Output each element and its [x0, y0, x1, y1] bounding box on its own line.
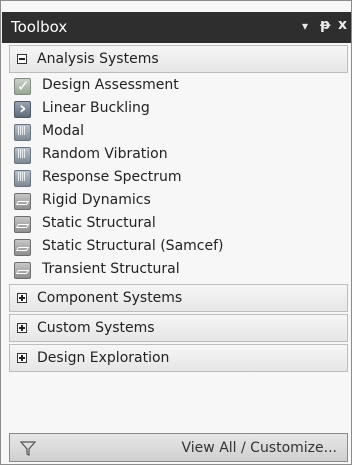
expand-icon[interactable] — [17, 293, 27, 303]
list-item-label: Linear Buckling — [42, 100, 150, 116]
list-item[interactable]: Modal — [9, 121, 348, 144]
section-label: Analysis Systems — [37, 51, 159, 67]
list-item-label: Rigid Dynamics — [42, 192, 151, 208]
toolbox-titlebar: Toolbox ▾ ᵽ x — [2, 12, 351, 43]
section-label: Custom Systems — [37, 320, 155, 336]
expand-icon[interactable] — [17, 353, 27, 363]
list-item[interactable]: Random Vibration — [9, 144, 348, 167]
section-header-analysis-systems[interactable]: Analysis Systems — [9, 45, 348, 73]
list-item[interactable]: Response Spectrum — [9, 167, 348, 190]
list-item-label: Modal — [42, 123, 84, 139]
plate-icon — [14, 239, 31, 256]
pin-icon[interactable]: ᵽ — [320, 17, 330, 33]
list-item[interactable]: Static Structural (Samcef) — [9, 236, 348, 259]
dropdown-icon[interactable]: ▾ — [302, 19, 308, 33]
toolbox-panel: Toolbox ▾ ᵽ x Analysis Systems Design As… — [0, 0, 352, 465]
plate-icon — [14, 262, 31, 279]
check-icon — [14, 77, 31, 95]
expand-icon[interactable] — [17, 323, 27, 333]
bars-icon — [14, 170, 31, 187]
arrow-icon — [14, 98, 31, 119]
bars-icon — [14, 147, 31, 164]
plate-icon — [14, 193, 31, 210]
list-item-label: Random Vibration — [42, 146, 168, 162]
bars-icon — [14, 124, 31, 141]
list-item[interactable]: Rigid Dynamics — [9, 190, 348, 213]
list-item-label: Static Structural — [42, 215, 156, 231]
list-item[interactable]: Linear Buckling — [9, 98, 348, 121]
list-item-label: Response Spectrum — [42, 169, 182, 185]
section-header-custom-systems[interactable]: Custom Systems — [9, 314, 348, 342]
collapse-icon[interactable] — [17, 54, 27, 64]
section-label: Design Exploration — [37, 350, 170, 366]
analysis-systems-list: Design Assessment Linear Buckling Modal … — [9, 75, 348, 282]
filter-icon — [19, 441, 37, 456]
view-all-customize-label[interactable]: View All / Customize... — [182, 440, 337, 456]
list-item-label: Static Structural (Samcef) — [42, 238, 224, 254]
section-header-component-systems[interactable]: Component Systems — [9, 284, 348, 312]
plate-icon — [14, 216, 31, 233]
close-icon[interactable]: x — [338, 17, 347, 33]
toolbox-title: Toolbox — [11, 18, 68, 36]
list-item-label: Transient Structural — [42, 261, 180, 277]
view-all-customize-bar[interactable]: View All / Customize... — [9, 433, 348, 462]
list-item[interactable]: Transient Structural — [9, 259, 348, 282]
toolbox-content: Analysis Systems Design Assessment Linea… — [9, 45, 348, 374]
list-item[interactable]: Static Structural — [9, 213, 348, 236]
list-item-label: Design Assessment — [42, 77, 179, 93]
section-header-design-exploration[interactable]: Design Exploration — [9, 344, 348, 372]
section-label: Component Systems — [37, 290, 183, 306]
list-item[interactable]: Design Assessment — [9, 75, 348, 98]
